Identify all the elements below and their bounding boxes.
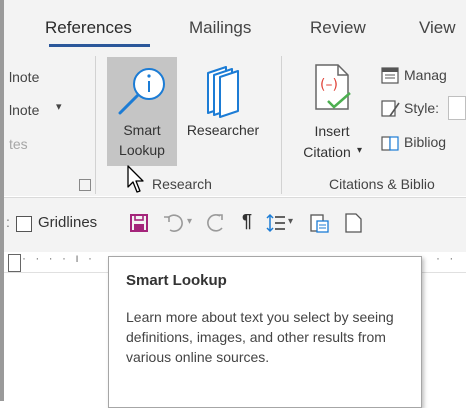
ruler-ticks: · ·	[436, 251, 457, 265]
save-icon[interactable]	[129, 213, 149, 233]
group-separator	[281, 56, 282, 194]
show-notes-label: tes	[9, 136, 28, 152]
redo-icon[interactable]	[204, 212, 228, 234]
citations-group-label: Citations & Biblio	[329, 176, 435, 192]
insert-endnote-label[interactable]: lnote	[9, 69, 39, 85]
ruler-ticks: · · · · ı ·	[22, 251, 95, 265]
undo-icon[interactable]	[162, 212, 186, 234]
researcher-label: Researcher	[186, 122, 260, 138]
insert-citation-button[interactable]: (–) Insert Citation ▾	[293, 57, 371, 169]
show-formatting-marks-icon[interactable]: ¶	[242, 211, 252, 232]
overflow-icon: :	[6, 214, 10, 230]
insert-citation-label-line1: Insert	[314, 123, 350, 139]
research-group-label: Research	[152, 176, 212, 192]
smart-lookup-icon	[118, 68, 165, 115]
insert-citation-label-line2: Citation	[303, 144, 351, 160]
smart-lookup-label-line2: Lookup	[119, 142, 165, 158]
line-spacing-icon[interactable]	[266, 213, 286, 233]
researcher-icon	[207, 66, 239, 118]
insert-citation-icon: (–)	[315, 64, 351, 110]
word-window: References Mailings Review View lnote ln…	[0, 0, 466, 408]
dropdown-arrow-icon[interactable]: ▾	[56, 100, 62, 113]
active-tab-indicator	[49, 44, 150, 47]
style-dropdown[interactable]	[448, 96, 466, 120]
group-separator	[95, 56, 96, 194]
svg-text:(–): (–)	[320, 77, 338, 93]
bibliography-label[interactable]: Bibliog	[404, 134, 446, 150]
footnotes-dialog-launcher-icon[interactable]	[79, 179, 91, 191]
tab-references[interactable]: References	[45, 18, 132, 38]
tab-view[interactable]: View	[419, 18, 456, 38]
new-document-icon[interactable]	[343, 212, 363, 234]
smart-lookup-button[interactable]: Smart Lookup	[107, 57, 177, 166]
mouse-cursor-icon	[127, 165, 144, 193]
tooltip-description: Learn more about text you select by seei…	[126, 309, 394, 365]
indent-marker[interactable]	[8, 254, 21, 272]
style-label: Style:	[404, 100, 440, 116]
researcher-button[interactable]: Researcher	[178, 57, 268, 166]
gridlines-checkbox[interactable]	[16, 216, 32, 232]
tooltip-title: Smart Lookup	[126, 272, 227, 289]
quick-access-toolbar: : Gridlines ▾ ¶ ▾	[4, 197, 466, 253]
ribbon-tabs: References Mailings Review View	[4, 0, 466, 50]
paste-icon[interactable]	[308, 212, 330, 234]
tab-review[interactable]: Review	[310, 18, 366, 38]
line-spacing-dropdown-icon[interactable]: ▾	[288, 216, 293, 227]
manage-sources-icon	[381, 67, 399, 84]
tab-mailings[interactable]: Mailings	[189, 18, 251, 38]
manage-sources-label[interactable]: Manag	[404, 67, 447, 83]
undo-dropdown-icon[interactable]: ▾	[187, 216, 192, 227]
bibliography-icon	[381, 136, 399, 151]
style-icon	[381, 100, 400, 117]
smart-lookup-label-line1: Smart	[123, 122, 161, 138]
chevron-down-icon: ▾	[357, 145, 363, 156]
next-footnote-label[interactable]: lnote	[9, 102, 39, 118]
gridlines-label: Gridlines	[38, 214, 98, 231]
smart-lookup-tooltip: Smart Lookup Learn more about text you s…	[108, 256, 422, 408]
